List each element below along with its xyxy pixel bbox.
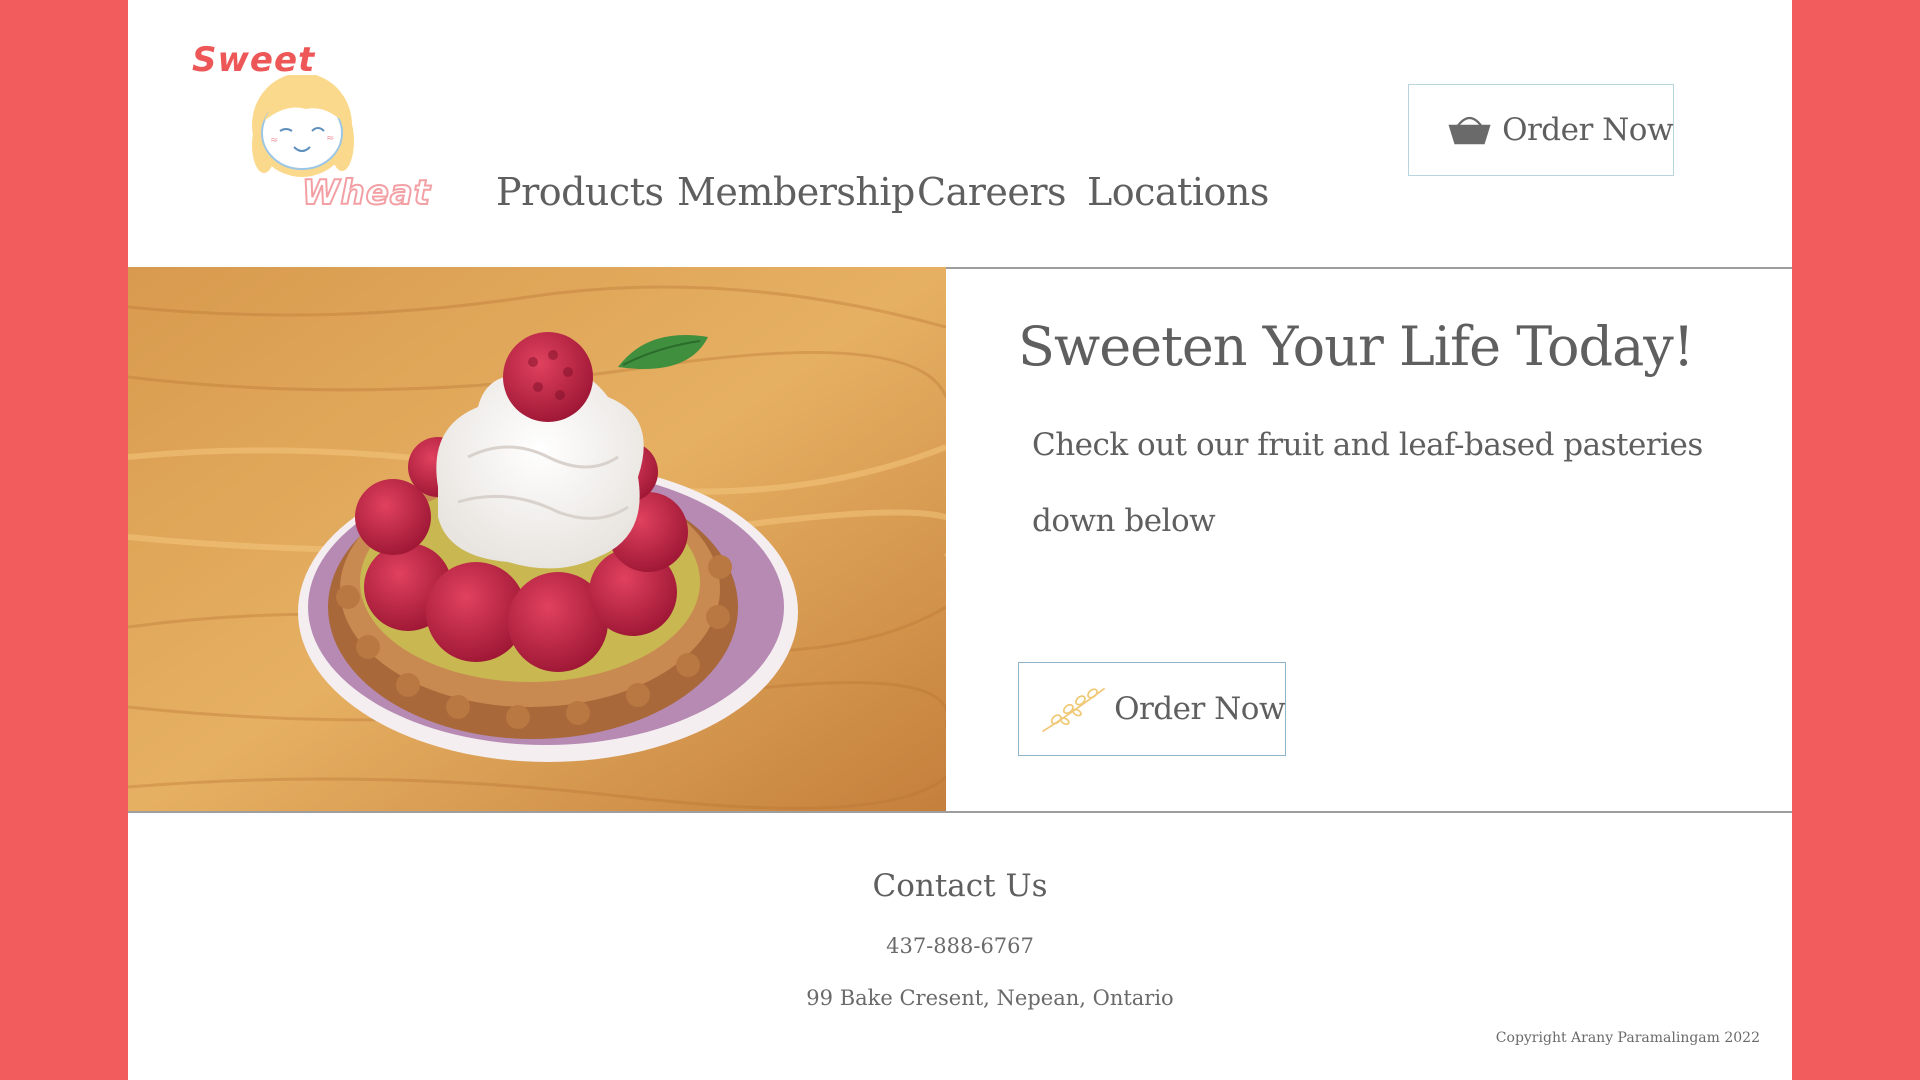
copyright-text: Copyright Arany Paramalingam 2022: [1495, 1030, 1760, 1046]
header-order-button[interactable]: Order Now: [1408, 84, 1674, 176]
nav-item-membership[interactable]: Membership: [677, 170, 915, 214]
contact-title: Contact Us: [872, 868, 1048, 904]
hero-title: Sweeten Your Life Today!: [1018, 315, 1694, 378]
nav-item-careers[interactable]: Careers: [917, 170, 1067, 214]
raspberry-tart-photo: [128, 267, 946, 812]
contact-address: 99 Bake Cresent, Nepean, Ontario: [806, 986, 1174, 1010]
nav-item-locations[interactable]: Locations: [1087, 170, 1269, 214]
logo-word-sweet: Sweet: [192, 40, 316, 80]
hero-order-label: Order Now: [1114, 691, 1285, 727]
hero-image: [128, 267, 946, 812]
contact-phone: 437-888-6767: [886, 934, 1034, 958]
hero-section: Sweeten Your Life Today! Check out our f…: [128, 267, 1792, 813]
brand-logo[interactable]: Sweet ≈ ≈ Wheat: [190, 40, 440, 220]
basket-icon: [1448, 116, 1491, 145]
nav-item-products[interactable]: Products: [496, 170, 664, 214]
wheat-sprig-icon: [1042, 687, 1106, 733]
logo-face-icon: ≈ ≈: [252, 75, 354, 177]
hero-order-button[interactable]: Order Now: [1018, 662, 1286, 756]
hero-divider-top: [946, 267, 1792, 269]
header-order-label: Order Now: [1502, 112, 1673, 148]
hero-description: Check out our fruit and leaf-based paste…: [1032, 427, 1703, 539]
svg-text:≈: ≈: [326, 133, 334, 144]
hero-divider-bottom: [128, 811, 1792, 813]
page-container: Sweet ≈ ≈ Wheat Products Membership Care…: [128, 0, 1792, 1080]
svg-text:≈: ≈: [270, 135, 278, 146]
logo-word-wheat: Wheat: [301, 172, 431, 214]
